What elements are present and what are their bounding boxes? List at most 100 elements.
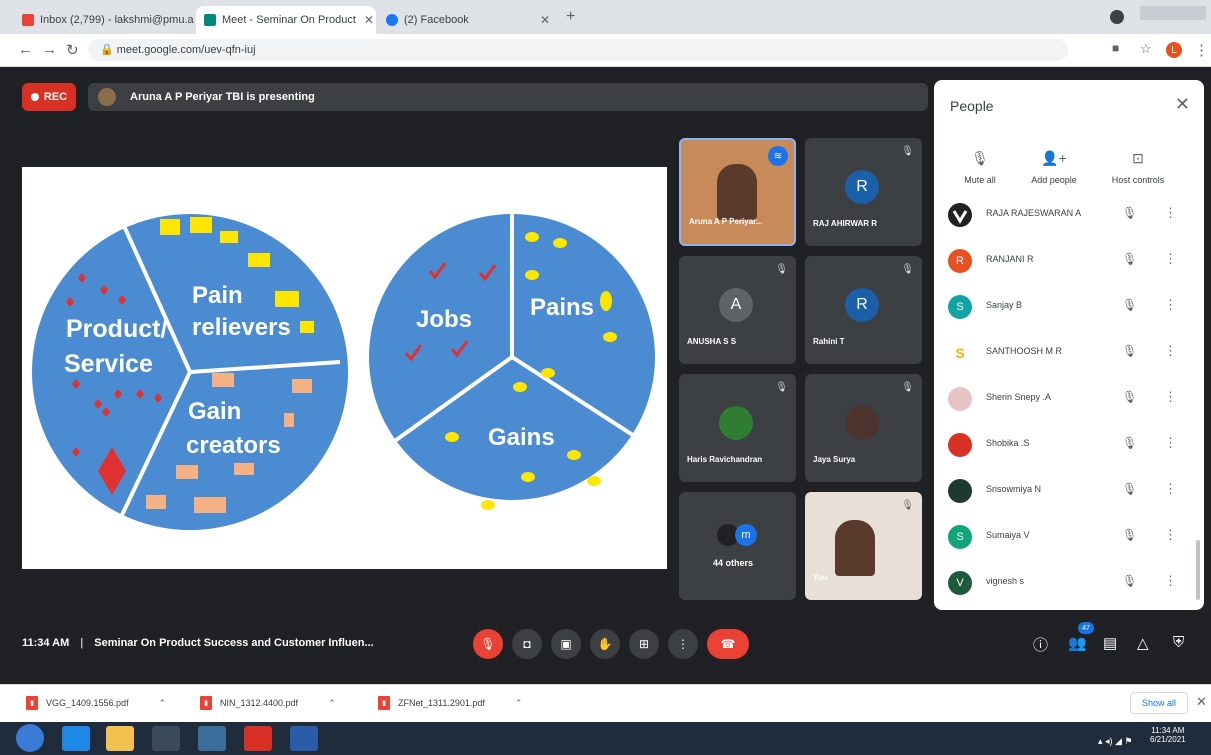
mic-off-icon[interactable]: 🎙︎ bbox=[1122, 344, 1137, 358]
slide-label-product: Product/ bbox=[66, 315, 167, 343]
acrobat-icon[interactable] bbox=[244, 726, 272, 751]
participant-tile[interactable]: 🎙︎ R Rahini T bbox=[805, 256, 922, 364]
tab-label: Inbox (2,799) - lakshmi@pmu.ac bbox=[40, 14, 194, 26]
close-icon[interactable]: ✕ bbox=[1175, 94, 1190, 115]
participant-row[interactable]: V vignesh s 🎙︎ ⋮ bbox=[934, 560, 1204, 606]
participant-tile[interactable]: 🎙︎ R RAJ AHIRWAR R bbox=[805, 138, 922, 246]
gmail-icon bbox=[22, 14, 34, 26]
mic-off-icon[interactable]: 🎙︎ bbox=[1122, 252, 1137, 266]
rec-label: REC bbox=[43, 91, 68, 103]
start-button[interactable] bbox=[16, 724, 44, 752]
mic-off-icon[interactable]: 🎙︎ bbox=[1122, 390, 1137, 404]
chevron-up-icon[interactable]: ⌃ bbox=[159, 698, 167, 709]
mic-off-icon[interactable]: 🎙︎ bbox=[1122, 482, 1137, 496]
system-tray-icons[interactable]: ▴ ◂) ◢ ⚑ bbox=[1098, 736, 1133, 747]
participant-name: Srisowmiya N bbox=[986, 484, 1042, 494]
raise-hand-button[interactable]: ✋ bbox=[590, 629, 620, 659]
add-people-button[interactable]: 👤+ Add people bbox=[1014, 150, 1094, 185]
others-tile[interactable]: m 44 others bbox=[679, 492, 796, 600]
file-explorer-icon[interactable] bbox=[106, 726, 134, 751]
presenting-banner: Aruna A P Periyar TBI is presenting bbox=[88, 83, 928, 111]
more-options-icon[interactable]: ⋮ bbox=[1164, 573, 1177, 589]
participant-row[interactable]: Sherin Snepy .A 🎙︎ ⋮ bbox=[934, 376, 1204, 422]
people-icon[interactable]: 👥 bbox=[1068, 634, 1087, 652]
avatar: R bbox=[845, 288, 879, 322]
more-options-icon[interactable]: ⋮ bbox=[1164, 527, 1177, 543]
more-options-icon[interactable]: ⋮ bbox=[1164, 343, 1177, 359]
mic-off-icon[interactable]: 🎙︎ bbox=[1122, 436, 1137, 450]
participant-tile[interactable]: 🎙︎ Jaya Surya bbox=[805, 374, 922, 482]
more-options-icon[interactable]: ⋮ bbox=[1164, 297, 1177, 313]
participant-row[interactable]: R RANJANI R 🎙︎ ⋮ bbox=[934, 238, 1204, 284]
camera-toggle-button[interactable]: ◘ bbox=[512, 629, 542, 659]
more-options-icon[interactable]: ⋮ bbox=[1164, 435, 1177, 451]
mic-off-icon[interactable]: 🎙︎ bbox=[1122, 528, 1137, 542]
participant-row[interactable]: S Sanjay B 🎙︎ ⋮ bbox=[934, 284, 1204, 330]
tab-gmail[interactable]: Inbox (2,799) - lakshmi@pmu.ac ✕ bbox=[14, 6, 194, 34]
more-options-icon[interactable]: ⋮ bbox=[1164, 251, 1177, 267]
tab-meet[interactable]: Meet - Seminar On Product ✕ bbox=[196, 6, 376, 34]
download-item[interactable]: ▮ VGG_1409.1556.pdf ⌃ bbox=[26, 696, 166, 710]
extension-icon[interactable]: ■ bbox=[1112, 41, 1119, 55]
avatar bbox=[948, 479, 972, 503]
media-player-icon[interactable] bbox=[152, 726, 180, 751]
menu-icon[interactable]: ⋮ bbox=[1194, 41, 1209, 59]
close-icon[interactable]: ✕ bbox=[356, 13, 374, 27]
mute-all-button[interactable]: 🎙︎ Mute all bbox=[940, 150, 1020, 185]
close-icon[interactable]: ✕ bbox=[532, 13, 550, 27]
taskbar-clock[interactable]: 11:34 AM 6/21/2021 bbox=[1150, 726, 1186, 744]
address-bar[interactable]: 🔒 meet.google.com/uev-qfn-iuj bbox=[88, 39, 1068, 61]
more-options-button[interactable]: ⋮ bbox=[668, 629, 698, 659]
participant-name: Jaya Surya bbox=[813, 455, 856, 464]
mic-toggle-button[interactable]: 🎙︎ bbox=[473, 629, 503, 659]
more-options-icon[interactable]: ⋮ bbox=[1164, 205, 1177, 221]
mic-off-icon[interactable]: 🎙︎ bbox=[1122, 206, 1137, 220]
internet-explorer-icon[interactable] bbox=[62, 726, 90, 751]
present-button[interactable]: ⊞ bbox=[629, 629, 659, 659]
mic-off-icon[interactable]: 🎙︎ bbox=[1122, 298, 1137, 312]
value-map-circle: Product/ Service Pain relievers Gain cre… bbox=[32, 214, 348, 530]
chat-icon[interactable]: ▤ bbox=[1103, 634, 1117, 652]
mic-off-icon: 🎙︎ bbox=[971, 150, 989, 166]
participant-row[interactable]: S Sumaiya V 🎙︎ ⋮ bbox=[934, 514, 1204, 560]
more-options-icon[interactable]: ⋮ bbox=[1164, 481, 1177, 497]
participant-tile-presenter[interactable]: ≋ Aruna A P Periyar... bbox=[679, 138, 796, 246]
scrollbar[interactable] bbox=[1196, 540, 1200, 600]
participant-row[interactable]: RAJA RAJESWARAN A 🎙︎ ⋮ bbox=[934, 192, 1204, 238]
chrome-icon[interactable] bbox=[198, 726, 226, 751]
chevron-up-icon[interactable]: ⌃ bbox=[328, 698, 336, 709]
profile-avatar[interactable]: L bbox=[1166, 42, 1182, 58]
leave-call-button[interactable]: ☎ bbox=[707, 629, 749, 659]
download-item[interactable]: ▮ ZFNet_1311.2901.pdf ⌃ bbox=[378, 696, 522, 710]
show-all-button[interactable]: Show all bbox=[1130, 692, 1188, 714]
host-shield-icon[interactable]: ⛨ bbox=[1173, 634, 1184, 651]
app-icon[interactable] bbox=[290, 726, 318, 751]
star-icon[interactable]: ☆ bbox=[1140, 41, 1152, 57]
participant-tile[interactable]: 🎙︎ A ANUSHA S S bbox=[679, 256, 796, 364]
more-options-icon[interactable]: ⋮ bbox=[1164, 389, 1177, 405]
participant-row[interactable]: Srisowmiya N 🎙︎ ⋮ bbox=[934, 468, 1204, 514]
slide-label-pain: Pain bbox=[192, 282, 243, 309]
reload-icon[interactable]: ↻ bbox=[66, 41, 79, 59]
meeting-details[interactable]: 11:34 AM | Seminar On Product Success an… bbox=[22, 637, 374, 649]
new-tab-icon[interactable]: + bbox=[566, 8, 575, 26]
download-item[interactable]: ▮ NIN_1312.4400.pdf ⌃ bbox=[200, 696, 336, 710]
mic-off-icon[interactable]: 🎙︎ bbox=[1122, 574, 1137, 588]
self-view-tile[interactable]: 🎙︎ You bbox=[805, 492, 922, 600]
info-icon[interactable]: ⓘ bbox=[1033, 634, 1048, 655]
close-icon[interactable]: ✕ bbox=[1196, 694, 1207, 710]
captions-button[interactable]: ▣ bbox=[551, 629, 581, 659]
window-controls[interactable] bbox=[1140, 6, 1206, 20]
tab-search-icon[interactable] bbox=[1110, 10, 1124, 24]
participant-row[interactable]: S SANTHOOSH M R 🎙︎ ⋮ bbox=[934, 330, 1204, 376]
avatar bbox=[719, 406, 753, 440]
activities-icon[interactable]: △ bbox=[1137, 634, 1149, 652]
participant-row[interactable]: Shobika .S 🎙︎ ⋮ bbox=[934, 422, 1204, 468]
back-icon[interactable]: ← bbox=[18, 41, 33, 58]
forward-icon[interactable]: → bbox=[42, 41, 57, 58]
host-controls-button[interactable]: ⊡ Host controls bbox=[1098, 150, 1178, 185]
tab-facebook[interactable]: (2) Facebook ✕ bbox=[378, 6, 558, 34]
presenting-text: Aruna A P Periyar TBI is presenting bbox=[130, 91, 315, 103]
participant-tile[interactable]: 🎙︎ Haris Ravichandran bbox=[679, 374, 796, 482]
chevron-up-icon[interactable]: ⌃ bbox=[515, 698, 523, 709]
